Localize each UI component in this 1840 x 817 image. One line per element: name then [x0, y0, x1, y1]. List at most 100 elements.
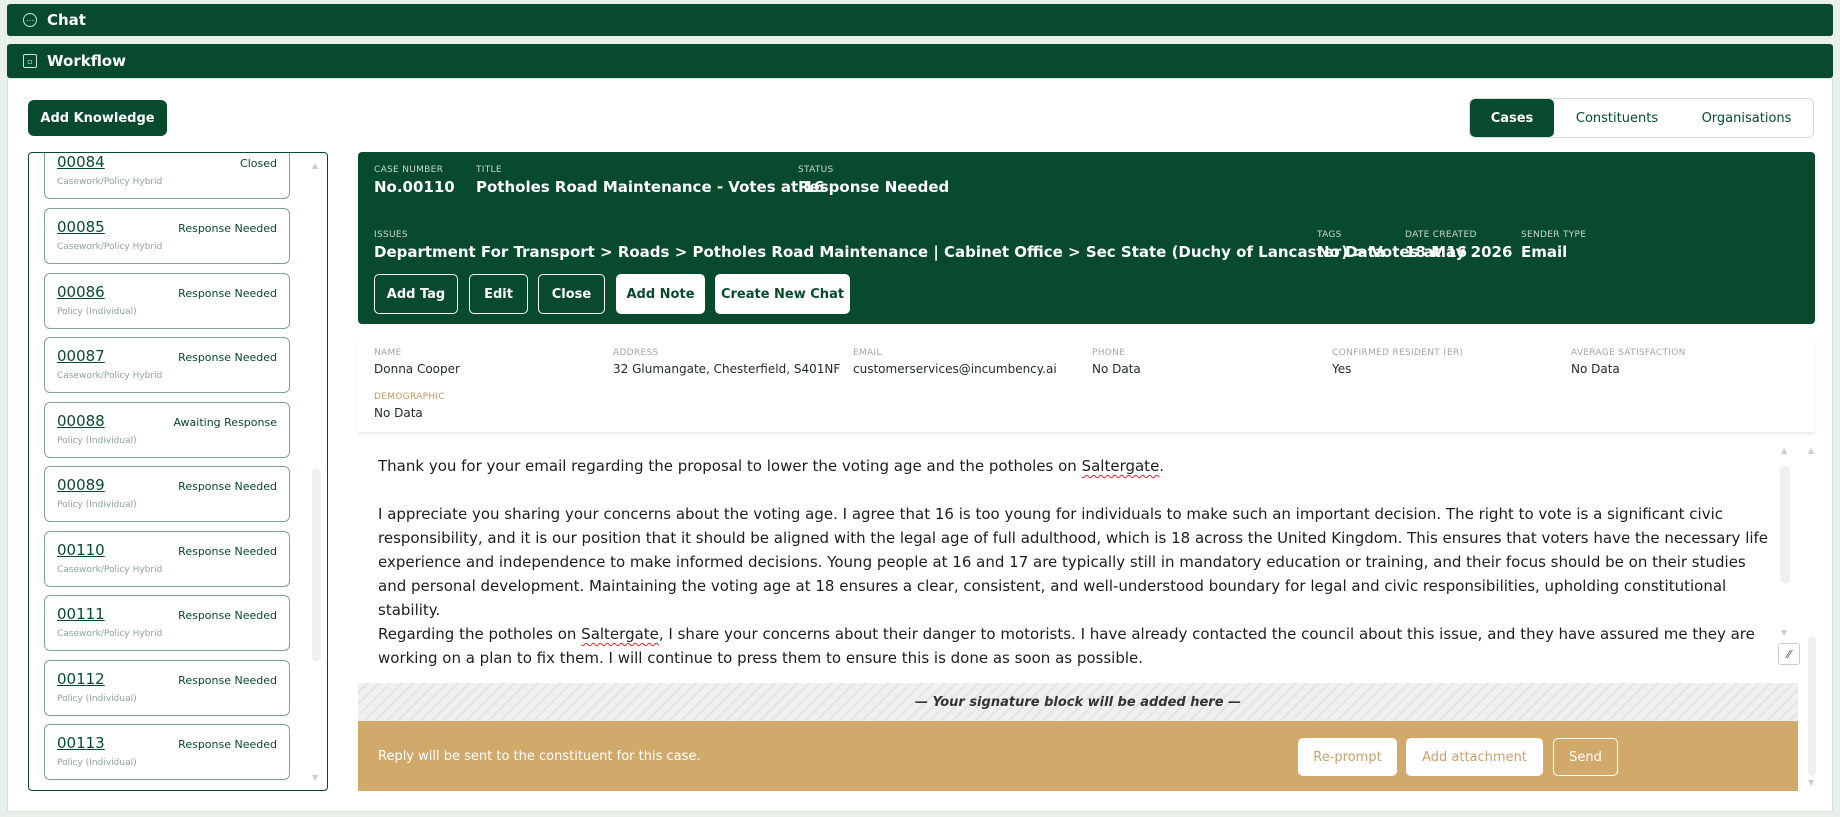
tab-organisations[interactable]: Organisations	[1680, 99, 1813, 137]
case-title-label: TITLE	[476, 165, 502, 175]
case-status: Response Needed	[178, 545, 277, 558]
sender-type-value: Email	[1521, 243, 1568, 261]
case-title: Potholes Road Maintenance - Votes at 16	[476, 178, 825, 196]
case-card[interactable]: 00089 Response Needed Policy (Individual…	[44, 466, 290, 522]
chevron-up-icon[interactable]: ▲	[1781, 446, 1787, 455]
case-list-scrollbar[interactable]: ▲ ▼	[311, 161, 321, 783]
date-created-value: 18 May 2026	[1405, 243, 1513, 261]
case-number-link[interactable]: 00085	[57, 218, 105, 236]
case-status: Awaiting Response	[173, 416, 277, 429]
chevron-down-icon[interactable]: ▼	[1781, 628, 1787, 637]
case-header: CASE NUMBER No.00110 TITLE Potholes Road…	[358, 152, 1815, 324]
phone-value: No Data	[1092, 362, 1141, 376]
case-number-link[interactable]: 00088	[57, 412, 105, 430]
demographic-value: No Data	[374, 406, 423, 420]
case-card[interactable]: 00113 Response Needed Policy (Individual…	[44, 724, 290, 780]
spellcheck-word: Saltergate	[581, 625, 659, 643]
case-card[interactable]: 00084 Closed Casework/Policy Hybrid	[44, 153, 290, 199]
spellcheck-word: Saltergate	[1081, 457, 1160, 475]
email-label: EMAIL	[853, 348, 882, 358]
signature-placeholder: — Your signature block will be added her…	[358, 683, 1798, 721]
chevron-up-icon[interactable]: ▲	[312, 161, 318, 170]
case-number-link[interactable]: 00111	[57, 605, 105, 623]
case-type: Casework/Policy Hybrid	[57, 242, 163, 252]
demographic-label: DEMOGRAPHIC	[374, 392, 445, 402]
case-number-label: CASE NUMBER	[374, 165, 444, 175]
case-card[interactable]: 00087 Response Needed Casework/Policy Hy…	[44, 337, 290, 393]
case-card[interactable]: 00110 Response Needed Casework/Policy Hy…	[44, 531, 290, 587]
chat-bar[interactable]: ⋯ Chat	[7, 4, 1833, 36]
workflow-bar[interactable]: ▫ Workflow	[7, 44, 1833, 78]
case-status: Response Needed	[178, 738, 277, 751]
case-number: No.00110	[374, 178, 455, 196]
resize-icon[interactable]: ⁄⁄	[1778, 643, 1800, 665]
reprompt-button[interactable]: Re-prompt	[1298, 738, 1397, 776]
reply-draft-editor[interactable]: Thank you for your email regarding the p…	[358, 446, 1798, 666]
scrollbar-thumb[interactable]	[1780, 466, 1790, 583]
chevron-up-icon[interactable]: ▲	[1808, 446, 1814, 455]
constituent-details: NAME Donna Cooper ADDRESS 32 Glumangate,…	[358, 338, 1815, 433]
close-case-button[interactable]: Close	[538, 274, 605, 314]
add-tag-button[interactable]: Add Tag	[374, 274, 458, 314]
satisfaction-label: AVERAGE SATISFACTION	[1571, 348, 1686, 358]
case-status-value: Response Needed	[798, 178, 950, 196]
case-type: Casework/Policy Hybrid	[57, 565, 163, 575]
tab-cases[interactable]: Cases	[1470, 99, 1554, 137]
tab-constituents[interactable]: Constituents	[1554, 99, 1680, 137]
case-card[interactable]: 00111 Response Needed Casework/Policy Hy…	[44, 595, 290, 651]
chevron-down-icon[interactable]: ▼	[312, 773, 318, 782]
case-status: Response Needed	[178, 222, 277, 235]
name-value: Donna Cooper	[374, 362, 460, 376]
case-type: Casework/Policy Hybrid	[57, 177, 163, 187]
edit-button[interactable]: Edit	[469, 274, 528, 314]
resident-label: CONFIRMED RESIDENT (ER)	[1332, 348, 1464, 358]
case-card[interactable]: 00086 Response Needed Policy (Individual…	[44, 273, 290, 329]
letter-paragraph: Thank you for your email regarding the p…	[378, 457, 1165, 475]
page-scrollbar[interactable]: ▲ ▼	[1807, 446, 1817, 791]
case-type: Policy (Individual)	[57, 694, 137, 704]
email-value: customerservices@incumbency.ai	[853, 362, 1057, 376]
date-created-label: DATE CREATED	[1405, 230, 1477, 240]
case-type: Policy (Individual)	[57, 436, 137, 446]
case-number-link[interactable]: 00087	[57, 347, 105, 365]
resident-value: Yes	[1332, 362, 1352, 376]
send-button[interactable]: Send	[1553, 738, 1618, 776]
name-label: NAME	[374, 348, 402, 358]
case-type: Casework/Policy Hybrid	[57, 371, 163, 381]
issues-label: ISSUES	[374, 230, 408, 240]
tags-value: No Data	[1317, 243, 1385, 261]
case-list: 00084 Closed Casework/Policy Hybrid 0008…	[28, 152, 328, 791]
workflow-icon: ▫	[23, 54, 37, 68]
case-number-link[interactable]: 00113	[57, 734, 105, 752]
reply-note: Reply will be sent to the constituent fo…	[378, 748, 701, 764]
case-card[interactable]: 00112 Response Needed Policy (Individual…	[44, 660, 290, 716]
case-number-link[interactable]: 00086	[57, 283, 105, 301]
case-number-link[interactable]: 00089	[57, 476, 105, 494]
case-number-link[interactable]: 00112	[57, 670, 105, 688]
address-value: 32 Glumangate, Chesterfield, S401NF	[613, 362, 841, 376]
chevron-down-icon[interactable]: ▼	[1808, 778, 1814, 787]
case-status-label: STATUS	[798, 165, 834, 175]
issues-value: Department For Transport > Roads > Potho…	[374, 243, 1468, 261]
tags-label: TAGS	[1317, 230, 1342, 240]
case-status: Response Needed	[178, 609, 277, 622]
case-number-link[interactable]: 00110	[57, 541, 105, 559]
scrollbar-thumb[interactable]	[1808, 636, 1816, 776]
case-number-link[interactable]: 00084	[57, 153, 105, 171]
case-card[interactable]: 00085 Response Needed Casework/Policy Hy…	[44, 208, 290, 264]
add-attachment-button[interactable]: Add attachment	[1406, 738, 1543, 776]
case-type: Policy (Individual)	[57, 500, 137, 510]
create-new-chat-button[interactable]: Create New Chat	[715, 274, 850, 314]
scrollbar-thumb[interactable]	[312, 469, 321, 661]
add-note-button[interactable]: Add Note	[616, 274, 705, 314]
add-knowledge-button[interactable]: Add Knowledge	[28, 100, 167, 136]
case-status: Response Needed	[178, 480, 277, 493]
case-status: Response Needed	[178, 674, 277, 687]
case-card[interactable]: 00088 Awaiting Response Policy (Individu…	[44, 402, 290, 458]
case-type: Policy (Individual)	[57, 758, 137, 768]
editor-scrollbar[interactable]: ▲ ▼	[1777, 446, 1791, 666]
address-label: ADDRESS	[613, 348, 659, 358]
letter-paragraph: I appreciate you sharing your concerns a…	[378, 505, 1769, 619]
view-tabs: Cases Constituents Organisations	[1469, 98, 1814, 138]
case-status: Closed	[240, 157, 277, 170]
